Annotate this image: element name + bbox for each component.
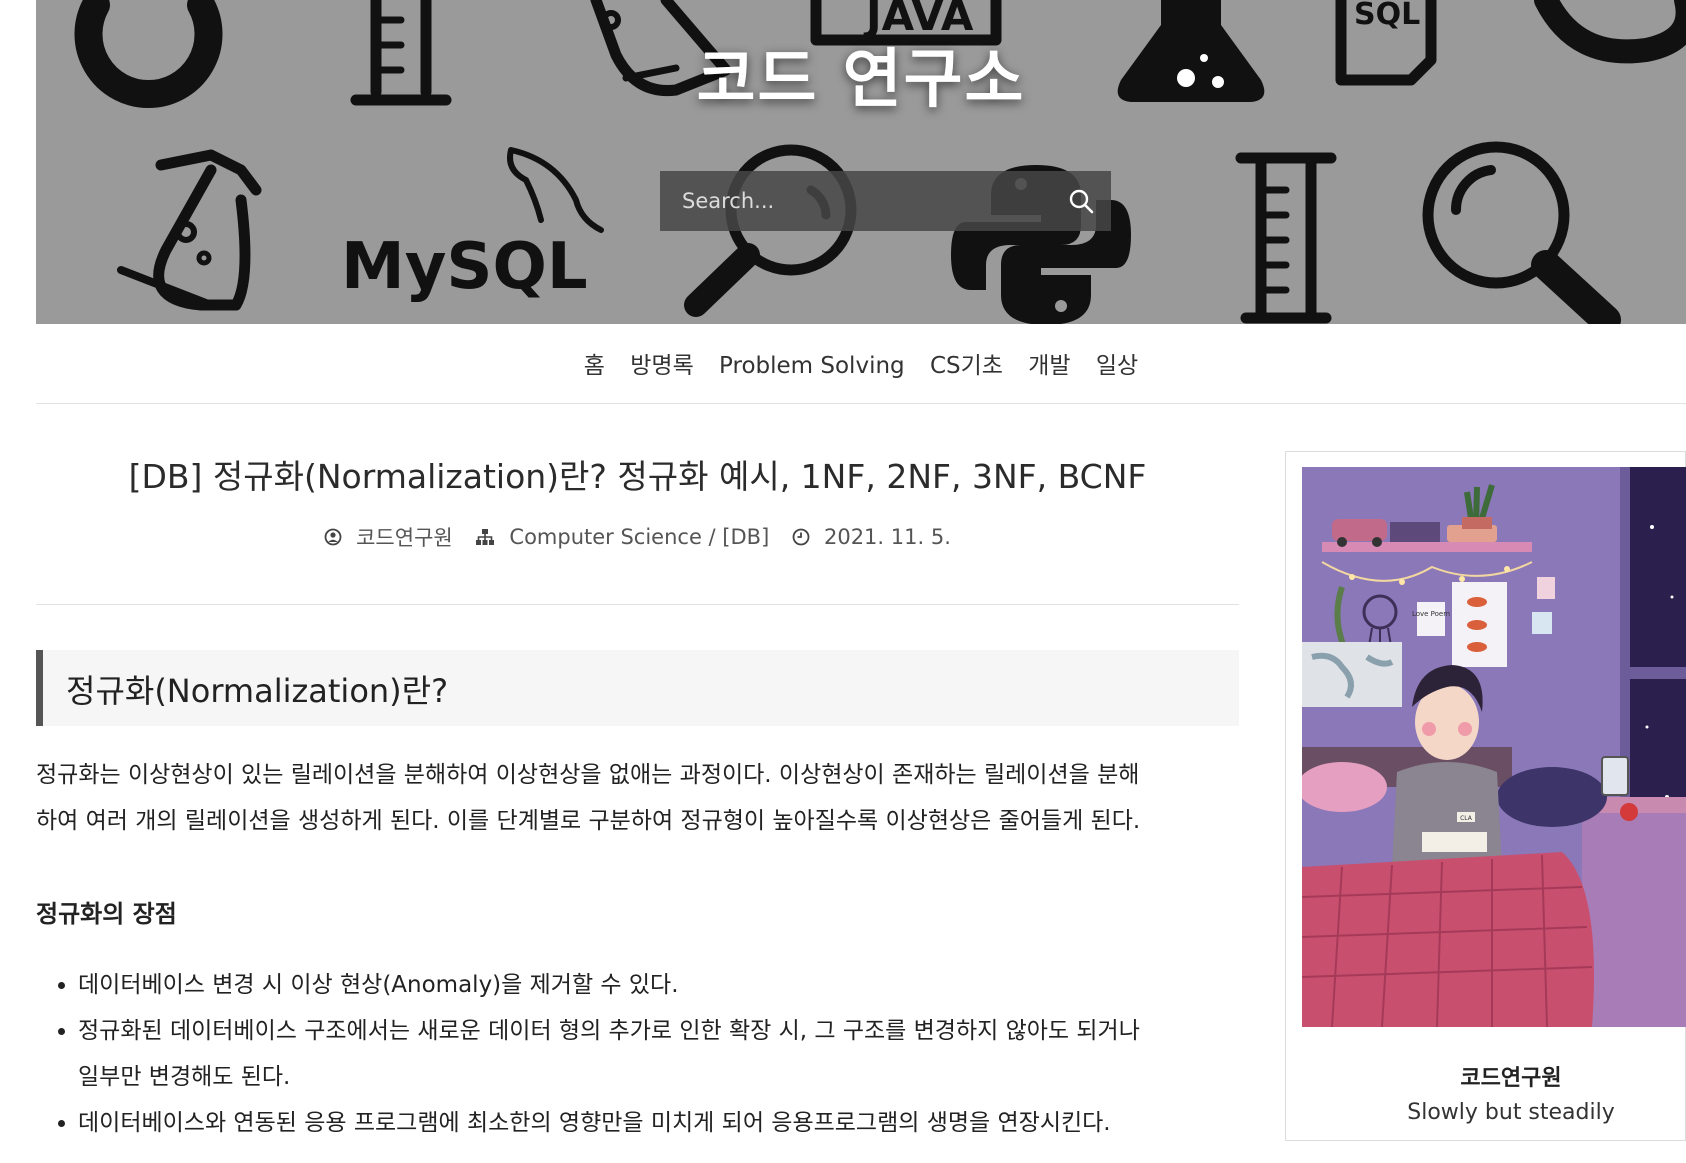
clock-icon xyxy=(792,528,810,546)
intro-paragraph: 정규화는 이상현상이 있는 릴레이션을 분해하여 이상현상을 없애는 과정이다.… xyxy=(36,752,1246,844)
sitemap-icon xyxy=(476,529,495,545)
list-item: 정규화된 데이터베이스 구조에서는 새로운 데이터 형의 추가로 인한 확장 시… xyxy=(78,1008,1246,1100)
nav-item-daily[interactable]: 일상 xyxy=(1096,346,1138,380)
profile-name[interactable]: 코드연구원 xyxy=(1286,1060,1686,1092)
post-date: 2021. 11. 5. xyxy=(792,525,951,549)
advantages-heading: 정규화의 장점 xyxy=(36,900,177,928)
list-item: 데이터베이스와 연동된 응용 프로그램에 최소한의 영향만을 미치게 되어 응용… xyxy=(78,1100,1246,1146)
nav-item-home[interactable]: 홈 xyxy=(584,346,605,380)
meta-divider xyxy=(36,604,1239,605)
intro-line-1: 정규화는 이상현상이 있는 릴레이션을 분해하여 이상현상을 없애는 과정이다.… xyxy=(36,762,1140,788)
banner-mysql-text: MySQL xyxy=(341,230,588,304)
post-author[interactable]: 코드연구원 xyxy=(324,522,453,552)
cla-text: CLA xyxy=(1460,815,1473,822)
post-title: [DB] 정규화(Normalization)란? 정규화 예시, 1NF, 2… xyxy=(128,457,1147,496)
post-meta: 코드연구원 Computer Science / [DB] 2021. 11. … xyxy=(36,522,1239,552)
profile-card: Love Poem CLA 코드연구원 Slowly but steadily xyxy=(1285,451,1686,1141)
nav-item-guestbook[interactable]: 방명록 xyxy=(630,346,693,380)
main-nav: 홈 방명록 Problem Solving CS기초 개발 일상 xyxy=(36,324,1686,404)
post-author-label: 코드연구원 xyxy=(356,526,453,550)
room-illustration-image: Love Poem CLA xyxy=(1302,467,1686,1027)
list-item: 데이터베이스 변경 시 이상 현상(Anomaly)을 제거할 수 있다. xyxy=(78,962,1246,1008)
site-title[interactable]: 코드 연구소 xyxy=(36,28,1686,120)
love-poem-text: Love Poem xyxy=(1412,610,1450,618)
search-box xyxy=(660,171,1111,231)
search-icon xyxy=(1069,189,1094,214)
post-category-label: Computer Science / [DB] xyxy=(509,525,770,549)
nav-item-problem-solving[interactable]: Problem Solving xyxy=(719,353,905,379)
section-heading-box: 정규화(Normalization)란? xyxy=(36,650,1239,726)
post-category[interactable]: Computer Science / [DB] xyxy=(475,525,769,549)
section-heading: 정규화(Normalization)란? xyxy=(66,672,449,710)
intro-line-2: 하여 여러 개의 릴레이션을 생성하게 된다. 이를 단계별로 구분하여 정규형… xyxy=(36,808,1141,834)
advantages-list: 데이터베이스 변경 시 이상 현상(Anomaly)을 제거할 수 있다. 정규… xyxy=(36,962,1246,1146)
header-banner: JAVA SQL MySQL 코드 연구소 xyxy=(36,0,1686,324)
post-date-label: 2021. 11. 5. xyxy=(823,525,951,549)
search-button[interactable] xyxy=(1051,171,1111,231)
user-circle-icon xyxy=(324,528,342,546)
nav-item-development[interactable]: 개발 xyxy=(1028,346,1070,380)
profile-illustration[interactable]: Love Poem CLA xyxy=(1302,467,1686,1027)
nav-item-cs-basics[interactable]: CS기초 xyxy=(930,346,1003,380)
search-input[interactable] xyxy=(660,171,1040,231)
profile-description: Slowly but steadily xyxy=(1407,1100,1615,1125)
